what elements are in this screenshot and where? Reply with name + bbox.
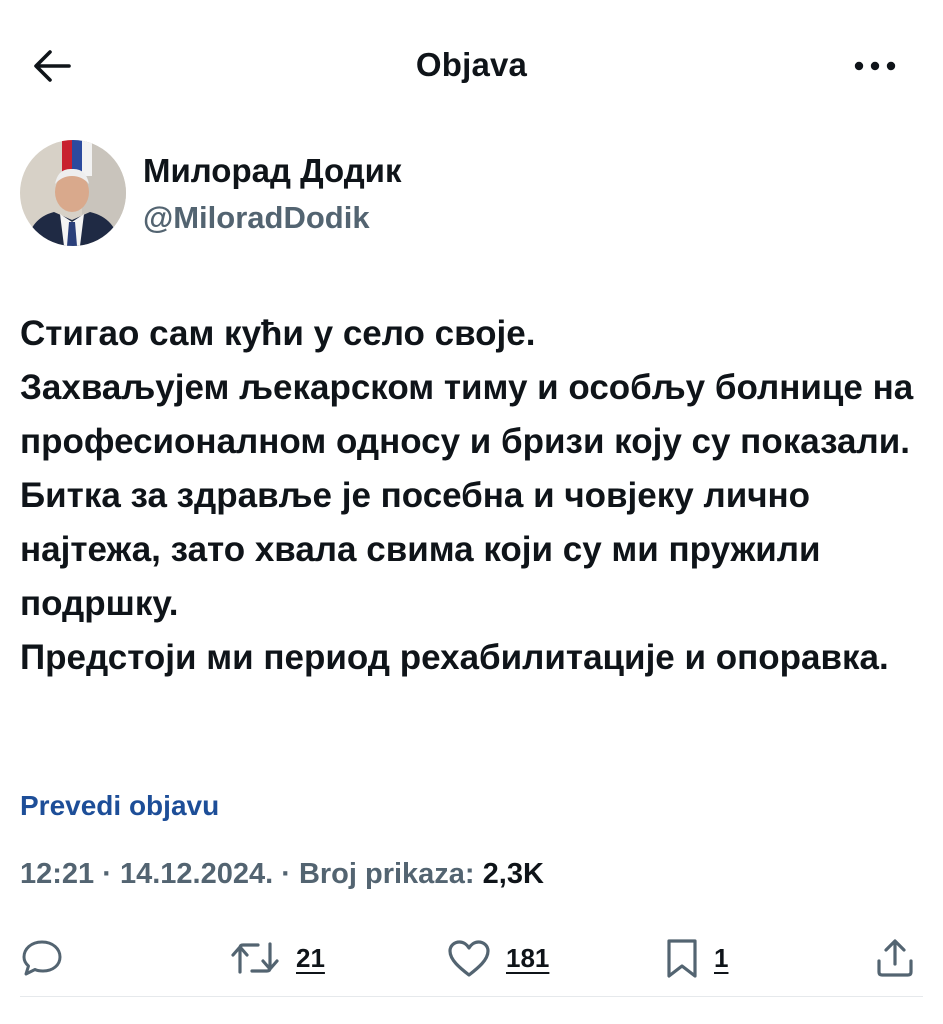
more-horizontal-icon	[854, 61, 896, 71]
reply-icon	[22, 940, 62, 976]
author-name[interactable]: Милорад Додик	[143, 152, 401, 190]
divider	[20, 996, 923, 997]
more-options-button[interactable]	[847, 46, 903, 86]
repost-count[interactable]: 21	[296, 943, 325, 974]
like-button[interactable]: 181	[446, 930, 549, 986]
like-count[interactable]: 181	[506, 943, 549, 974]
bookmark-icon	[667, 939, 697, 978]
repost-icon	[231, 942, 279, 974]
views-count[interactable]: 2,3K	[483, 858, 544, 890]
page-title: Objava	[415, 46, 528, 83]
translate-post-link[interactable]: Prevedi objavu	[20, 790, 219, 822]
heart-icon	[448, 940, 490, 977]
share-button[interactable]	[874, 930, 916, 986]
action-bar: 21 181 1	[0, 930, 943, 986]
meta-separator: ·	[281, 858, 299, 890]
author-handle[interactable]: @MiloradDodik	[143, 200, 370, 236]
reply-button[interactable]	[20, 930, 64, 986]
post-author: Милорад Додик @MiloradDodik	[20, 140, 900, 250]
views-label: Broj prikaza:	[298, 858, 475, 890]
share-icon	[877, 939, 913, 977]
post-meta: 12:21 · 14.12.2024. · Broj prikaza: 2,3K	[20, 858, 544, 891]
bookmark-button[interactable]: 1	[664, 930, 728, 986]
meta-separator: ·	[102, 858, 120, 890]
post-date: 14.12.2024.	[119, 858, 274, 890]
top-bar: Objava	[0, 0, 943, 130]
bookmark-count[interactable]: 1	[714, 943, 728, 974]
avatar[interactable]	[20, 140, 126, 246]
repost-button[interactable]: 21	[228, 930, 325, 986]
post-time: 12:21	[20, 858, 95, 890]
post-text: Стигао сам кући у село своје. Захваљујем…	[20, 314, 914, 677]
